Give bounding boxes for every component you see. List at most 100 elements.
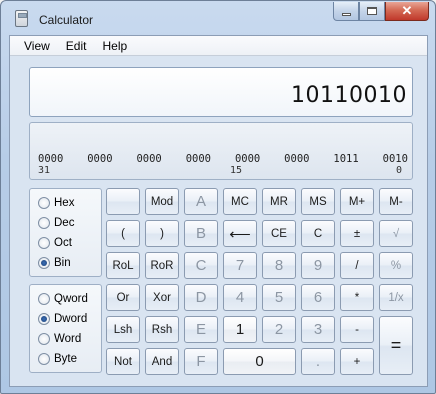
subtract-button[interactable]: - — [340, 316, 374, 343]
mod-button[interactable]: Mod — [145, 188, 179, 215]
radio-word[interactable]: Word — [38, 333, 81, 345]
close-paren-button[interactable]: ) — [145, 220, 179, 247]
title-bar[interactable]: Calculator ✕ — [1, 1, 435, 35]
and-button[interactable]: And — [145, 348, 179, 375]
menu-help[interactable]: Help — [94, 37, 135, 55]
minimize-button[interactable] — [333, 2, 359, 21]
radio-label: Dec — [54, 217, 75, 229]
bit-group: 0000 — [87, 153, 113, 165]
radio-indicator-selected — [38, 313, 50, 325]
memory-recall-button[interactable]: MR — [262, 188, 296, 215]
radio-indicator — [38, 293, 50, 305]
radio-label: Hex — [54, 197, 75, 209]
radio-indicator — [38, 217, 50, 229]
result-display: 10110010 — [29, 67, 413, 117]
multiply-button[interactable]: * — [340, 284, 374, 311]
maximize-icon — [367, 7, 377, 15]
close-icon: ✕ — [401, 3, 413, 18]
calculator-app-icon — [15, 10, 28, 27]
radio-label: Byte — [54, 353, 78, 365]
digit-3-button[interactable]: 3 — [301, 316, 335, 343]
square-root-button[interactable]: √ — [379, 220, 413, 247]
bit-group: 0010 — [382, 153, 408, 165]
right-shift-button[interactable]: Rsh — [145, 316, 179, 343]
digit-2-button[interactable]: 2 — [262, 316, 296, 343]
digit-9-button[interactable]: 9 — [301, 252, 335, 279]
radio-label: Bin — [54, 257, 71, 269]
menu-view[interactable]: View — [16, 37, 58, 55]
window-title: Calculator — [39, 13, 94, 27]
digit-0-button[interactable]: 0 — [223, 348, 296, 375]
calculator-window: Calculator ✕ View Edit Help 10110010 000… — [0, 0, 436, 394]
clear-button[interactable]: C — [301, 220, 335, 247]
clear-entry-button[interactable]: CE — [262, 220, 296, 247]
digit-5-button[interactable]: 5 — [262, 284, 296, 311]
radio-indicator — [38, 237, 50, 249]
xor-button[interactable]: Xor — [145, 284, 179, 311]
decimal-point-button[interactable]: . — [301, 348, 335, 375]
digit-6-button[interactable]: 6 — [301, 284, 335, 311]
bit-position-label: 0 — [396, 165, 403, 176]
not-button[interactable]: Not — [106, 348, 140, 375]
radio-label: Word — [54, 333, 82, 345]
add-button[interactable]: + — [340, 348, 374, 375]
menu-bar: View Edit Help — [10, 36, 427, 56]
hex-a-button[interactable]: A — [184, 188, 218, 215]
close-button[interactable]: ✕ — [385, 2, 429, 21]
divide-button[interactable]: / — [340, 252, 374, 279]
caption-buttons: ✕ — [333, 2, 429, 21]
radio-dword[interactable]: Dword — [38, 313, 87, 325]
blank-button — [106, 188, 140, 215]
number-base-group: Hex Dec Oct Bin — [29, 188, 102, 277]
minimize-icon — [341, 12, 351, 16]
maximize-button[interactable] — [359, 2, 385, 21]
reciprocal-button[interactable]: 1/x — [379, 284, 413, 311]
equals-button[interactable]: = — [379, 316, 413, 375]
bit-group: 0000 — [284, 153, 310, 165]
radio-indicator — [38, 197, 50, 209]
bit-display-panel: 0000 0000 0000 0000 0000 0000 1011 0010 … — [29, 122, 413, 180]
hex-f-button[interactable]: F — [184, 348, 218, 375]
radio-dec[interactable]: Dec — [38, 217, 74, 229]
word-size-group: Qword Dword Word Byte — [29, 284, 102, 373]
bit-position-label: 15 — [230, 165, 243, 176]
bit-group: 0000 — [185, 153, 211, 165]
digit-7-button[interactable]: 7 — [223, 252, 257, 279]
bit-group: 0000 — [136, 153, 162, 165]
display-value: 10110010 — [291, 83, 407, 108]
hex-b-button[interactable]: B — [184, 220, 218, 247]
rotate-right-button[interactable]: RoR — [145, 252, 179, 279]
percent-button[interactable]: % — [379, 252, 413, 279]
left-shift-button[interactable]: Lsh — [106, 316, 140, 343]
radio-oct[interactable]: Oct — [38, 237, 72, 249]
negate-button[interactable]: ± — [340, 220, 374, 247]
bit-groups: 0000 0000 0000 0000 0000 0000 1011 0010 — [38, 153, 408, 165]
radio-indicator — [38, 353, 50, 365]
radio-bin[interactable]: Bin — [38, 257, 71, 269]
radio-byte[interactable]: Byte — [38, 353, 77, 365]
hex-d-button[interactable]: D — [184, 284, 218, 311]
backspace-button[interactable]: ⟵ — [223, 220, 257, 247]
or-button[interactable]: Or — [106, 284, 140, 311]
radio-hex[interactable]: Hex — [38, 197, 74, 209]
radio-indicator — [38, 333, 50, 345]
rotate-left-button[interactable]: RoL — [106, 252, 140, 279]
radio-label: Qword — [54, 293, 88, 305]
digit-8-button[interactable]: 8 — [262, 252, 296, 279]
bit-group: 1011 — [333, 153, 359, 165]
digit-1-button[interactable]: 1 — [223, 316, 257, 343]
radio-qword[interactable]: Qword — [38, 293, 88, 305]
memory-add-button[interactable]: M+ — [340, 188, 374, 215]
bit-group: 0000 — [38, 153, 64, 165]
digit-4-button[interactable]: 4 — [223, 284, 257, 311]
memory-store-button[interactable]: MS — [301, 188, 335, 215]
menu-edit[interactable]: Edit — [58, 37, 95, 55]
open-paren-button[interactable]: ( — [106, 220, 140, 247]
radio-indicator-selected — [38, 257, 50, 269]
hex-c-button[interactable]: C — [184, 252, 218, 279]
memory-clear-button[interactable]: MC — [223, 188, 257, 215]
radio-label: Dword — [54, 313, 88, 325]
calculator-client-area: View Edit Help 10110010 0000 0000 0000 0… — [9, 35, 428, 387]
hex-e-button[interactable]: E — [184, 316, 218, 343]
memory-subtract-button[interactable]: M- — [379, 188, 413, 215]
